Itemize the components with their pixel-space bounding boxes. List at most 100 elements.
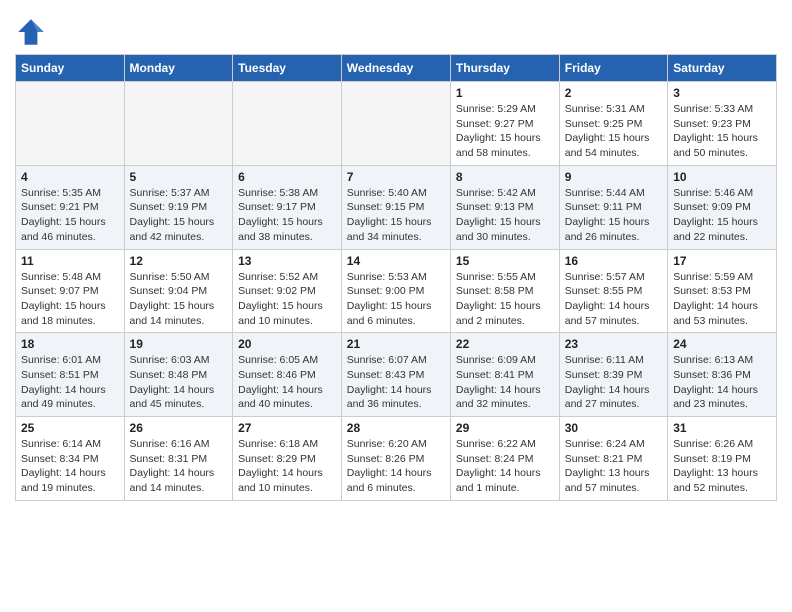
column-header-tuesday: Tuesday — [233, 55, 342, 82]
day-number: 18 — [21, 337, 119, 351]
calendar-header-row: SundayMondayTuesdayWednesdayThursdayFrid… — [16, 55, 777, 82]
day-info: Sunrise: 5:46 AM Sunset: 9:09 PM Dayligh… — [673, 186, 771, 245]
calendar-cell: 1 Sunrise: 5:29 AM Sunset: 9:27 PM Daylig… — [450, 82, 559, 166]
day-info: Sunrise: 5:31 AM Sunset: 9:25 PM Dayligh… — [565, 102, 662, 161]
logo — [15, 16, 51, 48]
day-info: Sunrise: 6:13 AM Sunset: 8:36 PM Dayligh… — [673, 353, 771, 412]
calendar-cell: 2 Sunrise: 5:31 AM Sunset: 9:25 PM Daylig… — [559, 82, 667, 166]
calendar-cell — [233, 82, 342, 166]
day-info: Sunrise: 5:53 AM Sunset: 9:00 PM Dayligh… — [347, 270, 445, 329]
day-info: Sunrise: 6:24 AM Sunset: 8:21 PM Dayligh… — [565, 437, 662, 496]
day-info: Sunrise: 6:16 AM Sunset: 8:31 PM Dayligh… — [130, 437, 228, 496]
calendar-cell: 4 Sunrise: 5:35 AM Sunset: 9:21 PM Daylig… — [16, 165, 125, 249]
calendar-cell: 19 Sunrise: 6:03 AM Sunset: 8:48 PM Dayli… — [124, 333, 233, 417]
day-number: 9 — [565, 170, 662, 184]
column-header-friday: Friday — [559, 55, 667, 82]
day-info: Sunrise: 6:14 AM Sunset: 8:34 PM Dayligh… — [21, 437, 119, 496]
day-info: Sunrise: 5:40 AM Sunset: 9:15 PM Dayligh… — [347, 186, 445, 245]
day-number: 4 — [21, 170, 119, 184]
calendar-week-row: 1 Sunrise: 5:29 AM Sunset: 9:27 PM Daylig… — [16, 82, 777, 166]
day-info: Sunrise: 5:57 AM Sunset: 8:55 PM Dayligh… — [565, 270, 662, 329]
calendar-cell: 10 Sunrise: 5:46 AM Sunset: 9:09 PM Dayli… — [668, 165, 777, 249]
calendar-cell: 17 Sunrise: 5:59 AM Sunset: 8:53 PM Dayli… — [668, 249, 777, 333]
day-number: 21 — [347, 337, 445, 351]
day-number: 25 — [21, 421, 119, 435]
day-info: Sunrise: 6:20 AM Sunset: 8:26 PM Dayligh… — [347, 437, 445, 496]
day-info: Sunrise: 6:26 AM Sunset: 8:19 PM Dayligh… — [673, 437, 771, 496]
day-number: 29 — [456, 421, 554, 435]
calendar-table: SundayMondayTuesdayWednesdayThursdayFrid… — [15, 54, 777, 501]
calendar-cell: 21 Sunrise: 6:07 AM Sunset: 8:43 PM Dayli… — [341, 333, 450, 417]
day-info: Sunrise: 5:33 AM Sunset: 9:23 PM Dayligh… — [673, 102, 771, 161]
day-info: Sunrise: 6:18 AM Sunset: 8:29 PM Dayligh… — [238, 437, 336, 496]
day-info: Sunrise: 6:07 AM Sunset: 8:43 PM Dayligh… — [347, 353, 445, 412]
day-number: 6 — [238, 170, 336, 184]
day-number: 2 — [565, 86, 662, 100]
calendar-cell: 16Sunrise: 5:57 AM Sunset: 8:55 PM Dayli… — [559, 249, 667, 333]
day-info: Sunrise: 5:52 AM Sunset: 9:02 PM Dayligh… — [238, 270, 336, 329]
calendar-cell: 6 Sunrise: 5:38 AM Sunset: 9:17 PM Daylig… — [233, 165, 342, 249]
day-number: 22 — [456, 337, 554, 351]
calendar-cell: 13Sunrise: 5:52 AM Sunset: 9:02 PM Dayli… — [233, 249, 342, 333]
day-info: Sunrise: 6:11 AM Sunset: 8:39 PM Dayligh… — [565, 353, 662, 412]
column-header-thursday: Thursday — [450, 55, 559, 82]
calendar-cell: 29 Sunrise: 6:22 AM Sunset: 8:24 PM Dayli… — [450, 417, 559, 501]
day-info: Sunrise: 5:59 AM Sunset: 8:53 PM Dayligh… — [673, 270, 771, 329]
column-header-saturday: Saturday — [668, 55, 777, 82]
day-number: 3 — [673, 86, 771, 100]
day-number: 30 — [565, 421, 662, 435]
calendar-cell: 5 Sunrise: 5:37 AM Sunset: 9:19 PM Daylig… — [124, 165, 233, 249]
column-header-monday: Monday — [124, 55, 233, 82]
calendar-cell: 25 Sunrise: 6:14 AM Sunset: 8:34 PM Dayli… — [16, 417, 125, 501]
calendar-cell — [124, 82, 233, 166]
column-header-wednesday: Wednesday — [341, 55, 450, 82]
day-info: Sunrise: 5:50 AM Sunset: 9:04 PM Dayligh… — [130, 270, 228, 329]
calendar-week-row: 25 Sunrise: 6:14 AM Sunset: 8:34 PM Dayli… — [16, 417, 777, 501]
calendar-cell: 24 Sunrise: 6:13 AM Sunset: 8:36 PM Dayli… — [668, 333, 777, 417]
day-number: 19 — [130, 337, 228, 351]
calendar-cell — [341, 82, 450, 166]
calendar-week-row: 4 Sunrise: 5:35 AM Sunset: 9:21 PM Daylig… — [16, 165, 777, 249]
day-info: Sunrise: 5:35 AM Sunset: 9:21 PM Dayligh… — [21, 186, 119, 245]
day-number: 10 — [673, 170, 771, 184]
calendar-cell: 14 Sunrise: 5:53 AM Sunset: 9:00 PM Dayli… — [341, 249, 450, 333]
calendar-cell: 26Sunrise: 6:16 AM Sunset: 8:31 PM Dayli… — [124, 417, 233, 501]
day-number: 14 — [347, 254, 445, 268]
calendar-cell: 3 Sunrise: 5:33 AM Sunset: 9:23 PM Daylig… — [668, 82, 777, 166]
day-info: Sunrise: 5:44 AM Sunset: 9:11 PM Dayligh… — [565, 186, 662, 245]
calendar-cell: 27Sunrise: 6:18 AM Sunset: 8:29 PM Dayli… — [233, 417, 342, 501]
day-info: Sunrise: 5:37 AM Sunset: 9:19 PM Dayligh… — [130, 186, 228, 245]
calendar-cell: 31Sunrise: 6:26 AM Sunset: 8:19 PM Dayli… — [668, 417, 777, 501]
day-number: 23 — [565, 337, 662, 351]
calendar-cell: 9 Sunrise: 5:44 AM Sunset: 9:11 PM Daylig… — [559, 165, 667, 249]
header — [15, 10, 777, 48]
calendar-cell: 12 Sunrise: 5:50 AM Sunset: 9:04 PM Dayli… — [124, 249, 233, 333]
day-number: 24 — [673, 337, 771, 351]
day-number: 1 — [456, 86, 554, 100]
calendar-cell: 23 Sunrise: 6:11 AM Sunset: 8:39 PM Dayli… — [559, 333, 667, 417]
calendar-cell: 30 Sunrise: 6:24 AM Sunset: 8:21 PM Dayli… — [559, 417, 667, 501]
day-number: 12 — [130, 254, 228, 268]
day-info: Sunrise: 6:03 AM Sunset: 8:48 PM Dayligh… — [130, 353, 228, 412]
calendar-cell: 8 Sunrise: 5:42 AM Sunset: 9:13 PM Daylig… — [450, 165, 559, 249]
column-header-sunday: Sunday — [16, 55, 125, 82]
day-info: Sunrise: 5:48 AM Sunset: 9:07 PM Dayligh… — [21, 270, 119, 329]
day-info: Sunrise: 5:42 AM Sunset: 9:13 PM Dayligh… — [456, 186, 554, 245]
day-number: 8 — [456, 170, 554, 184]
day-number: 5 — [130, 170, 228, 184]
day-number: 17 — [673, 254, 771, 268]
day-number: 28 — [347, 421, 445, 435]
calendar-cell — [16, 82, 125, 166]
day-info: Sunrise: 6:09 AM Sunset: 8:41 PM Dayligh… — [456, 353, 554, 412]
calendar-cell: 22 Sunrise: 6:09 AM Sunset: 8:41 PM Dayli… — [450, 333, 559, 417]
calendar-cell: 18Sunrise: 6:01 AM Sunset: 8:51 PM Dayli… — [16, 333, 125, 417]
calendar-cell: 11 Sunrise: 5:48 AM Sunset: 9:07 PM Dayli… — [16, 249, 125, 333]
day-number: 15 — [456, 254, 554, 268]
day-number: 11 — [21, 254, 119, 268]
day-info: Sunrise: 6:22 AM Sunset: 8:24 PM Dayligh… — [456, 437, 554, 496]
day-info: Sunrise: 5:38 AM Sunset: 9:17 PM Dayligh… — [238, 186, 336, 245]
day-number: 7 — [347, 170, 445, 184]
calendar-cell: 15Sunrise: 5:55 AM Sunset: 8:58 PM Dayli… — [450, 249, 559, 333]
calendar-cell: 7 Sunrise: 5:40 AM Sunset: 9:15 PM Daylig… — [341, 165, 450, 249]
day-info: Sunrise: 5:29 AM Sunset: 9:27 PM Dayligh… — [456, 102, 554, 161]
